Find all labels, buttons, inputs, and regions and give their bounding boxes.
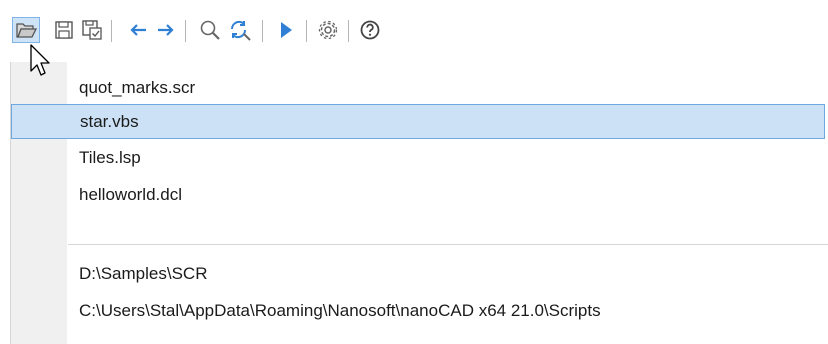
help-icon	[360, 20, 380, 40]
recent-file-item[interactable]: helloworld.dcl	[68, 177, 828, 212]
toolbar-separator	[185, 20, 186, 42]
toolbar-separator	[111, 20, 112, 42]
arrow-left-icon	[130, 24, 146, 36]
save-icon	[55, 21, 73, 39]
recent-file-item[interactable]: Tiles.lsp	[68, 140, 828, 175]
arrow-right-icon	[158, 24, 174, 36]
toolbar-separator	[262, 20, 263, 42]
recent-file-item-selected[interactable]: star.vbs	[11, 104, 825, 139]
magnifier-icon	[200, 20, 220, 40]
help-button[interactable]	[356, 17, 384, 43]
save-button[interactable]	[50, 17, 78, 43]
forward-button[interactable]	[152, 17, 180, 43]
open-recent-dropdown: quot_marks.scr star.vbs Tiles.lsp hellow…	[10, 62, 828, 344]
toolbar-separator	[348, 20, 349, 42]
recent-folder-item[interactable]: D:\Samples\SCR	[68, 256, 828, 291]
run-button[interactable]	[272, 17, 300, 43]
settings-button[interactable]	[314, 17, 342, 43]
find-button[interactable]	[196, 17, 224, 43]
recent-folder-item[interactable]: C:\Users\Stal\AppData\Roaming\Nanosoft\n…	[68, 293, 828, 328]
open-folder-icon	[16, 23, 37, 38]
toolbar-separator	[306, 20, 307, 42]
gear-icon	[318, 20, 338, 40]
play-icon	[281, 22, 292, 38]
mouse-pointer-icon	[30, 44, 50, 76]
save-as-button[interactable]	[78, 17, 106, 43]
back-button[interactable]	[124, 17, 152, 43]
open-folder-button[interactable]	[12, 17, 40, 43]
save-as-icon	[82, 20, 102, 40]
find-replace-icon	[230, 20, 251, 41]
find-replace-button[interactable]	[226, 17, 254, 43]
menu-divider	[68, 244, 828, 245]
toolbar	[0, 0, 828, 60]
recent-file-item[interactable]: quot_marks.scr	[68, 70, 828, 105]
